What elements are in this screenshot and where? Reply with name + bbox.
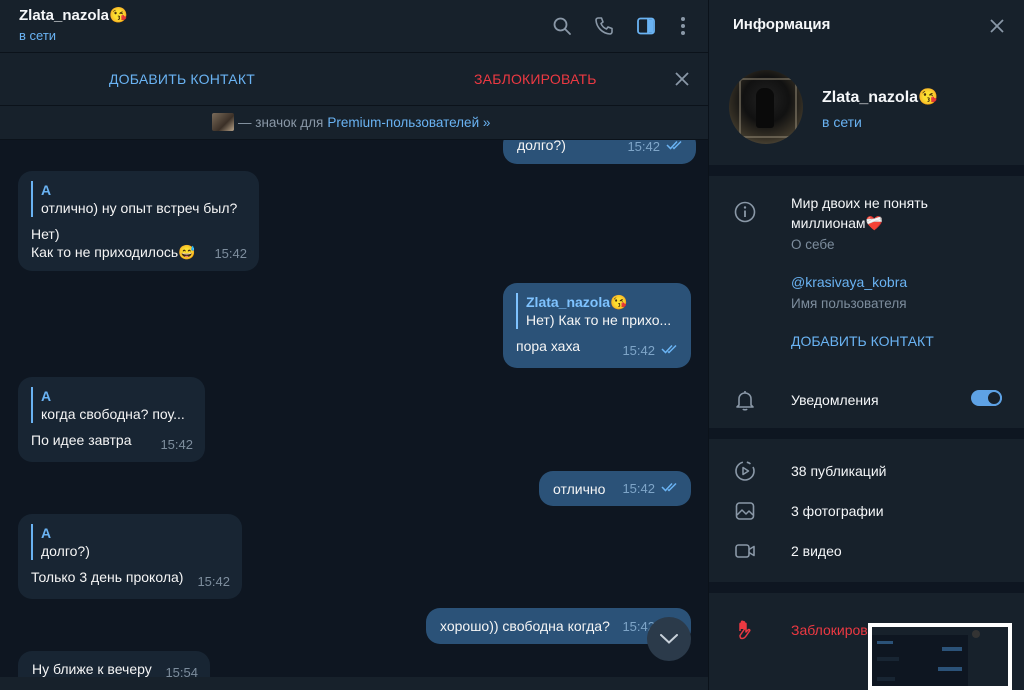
reply-text: долго?)	[41, 543, 90, 559]
premium-text: — значок для	[238, 114, 324, 130]
message-text: долго?)	[517, 140, 566, 153]
chat-status: в сети	[19, 28, 57, 43]
reply-quote[interactable]: А долго?)	[31, 524, 229, 560]
message-time: 15:42	[627, 140, 660, 154]
avatar[interactable]	[729, 70, 803, 144]
message-bubble-out[interactable]: Zlata_nazola😘 Нет) Как то не прихо... по…	[503, 283, 691, 368]
profile-status: в сети	[822, 114, 862, 130]
block-button[interactable]: ЗАБЛОКИРОВАТЬ	[474, 71, 597, 87]
scroll-down-button[interactable]	[647, 617, 691, 661]
chat-title[interactable]: Zlata_nazola😘	[19, 6, 128, 24]
profile-name: Zlata_nazola😘	[822, 89, 938, 106]
section-divider	[709, 428, 1024, 439]
message-bubble-out[interactable]: отлично 15:42	[539, 471, 691, 506]
message-text: отлично	[553, 481, 606, 497]
phone-icon[interactable]	[591, 13, 617, 39]
hand-stop-icon	[733, 618, 757, 642]
reply-text: когда свободна? поу...	[41, 406, 185, 422]
double-check-icon	[666, 140, 684, 154]
video-icon	[733, 539, 757, 563]
bio-text: Мир двоих не понять	[791, 195, 928, 211]
chat-area: Zlata_nazola😘 в сети ДОБАВИТЬ КОНТАКТ ЗА…	[0, 0, 708, 690]
add-contact-button[interactable]: ДОБАВИТЬ КОНТАКТ	[791, 333, 934, 349]
premium-link[interactable]: Premium-пользователей »	[327, 115, 490, 130]
photo-icon	[733, 499, 757, 523]
message-text: хорошо)) свободна когда?	[440, 618, 610, 634]
reply-quote[interactable]: Zlata_nazola😘 Нет) Как то не прихо...	[516, 293, 678, 329]
reply-author: А	[41, 388, 52, 404]
reply-author: А	[41, 182, 52, 198]
message-time: 15:42	[197, 574, 230, 589]
info-title: Информация	[733, 16, 831, 33]
reply-author: А	[41, 525, 52, 541]
bell-icon	[733, 388, 757, 412]
message-bubble-out[interactable]: долго?) 15:42	[503, 140, 696, 164]
publications-icon	[733, 459, 757, 483]
info-panel: Информация Zlata_nazola😘 в сети Мир двои…	[709, 0, 1024, 690]
message-list[interactable]: долго?) 15:42 А отлично) ну опыт встреч …	[0, 140, 708, 690]
double-check-icon	[661, 478, 679, 496]
message-bubble-in[interactable]: А долго?) Только 3 день прокола) 15:42	[18, 514, 242, 599]
message-time: 15:42	[622, 481, 655, 496]
premium-badge-icon	[212, 113, 234, 131]
message-time: 15:42	[160, 437, 193, 452]
message-text: Ну ближе к вечеру	[32, 661, 152, 677]
chat-header: Zlata_nazola😘 в сети	[0, 0, 708, 53]
section-divider	[709, 582, 1024, 593]
videos-item[interactable]: 2 видео	[791, 543, 842, 559]
reply-quote[interactable]: А отлично) ну опыт встреч был?	[31, 181, 246, 217]
chevron-down-icon	[660, 631, 678, 647]
bio-label: О себе	[791, 237, 835, 252]
username-link[interactable]: @krasivaya_kobra	[791, 274, 907, 290]
publications-item[interactable]: 38 публикаций	[791, 463, 886, 479]
message-text: Нет)	[31, 226, 60, 242]
close-icon[interactable]	[669, 66, 695, 92]
section-divider	[709, 165, 1024, 176]
message-bubble-in[interactable]: А когда свободна? поу... По идее завтра …	[18, 377, 205, 462]
photos-item[interactable]: 3 фотографии	[791, 503, 884, 519]
premium-badge-bar: — значок для Premium-пользователей »	[0, 106, 708, 140]
screenshot-thumbnail[interactable]	[868, 623, 1012, 690]
username-label: Имя пользователя	[791, 296, 907, 311]
message-bubble-in[interactable]: А отлично) ну опыт встреч был? Нет) Как …	[18, 171, 259, 271]
contact-actions-bar: ДОБАВИТЬ КОНТАКТ ЗАБЛОКИРОВАТЬ	[0, 53, 708, 106]
reply-text: Нет) Как то не прихо...	[526, 312, 672, 328]
message-time: 15:42	[214, 246, 247, 261]
sidebar-toggle-icon[interactable]	[633, 13, 659, 39]
bio-text: миллионам❤️‍🩹	[791, 215, 883, 231]
reply-text: отлично) ну опыт встреч был?	[41, 200, 238, 216]
info-icon	[733, 200, 757, 224]
double-check-icon	[661, 340, 679, 358]
notifications-label: Уведомления	[791, 392, 879, 408]
message-time: 15:42	[622, 343, 655, 358]
search-icon[interactable]	[549, 13, 575, 39]
add-contact-button[interactable]: ДОБАВИТЬ КОНТАКТ	[109, 71, 255, 87]
message-composer[interactable]	[0, 677, 708, 690]
close-icon[interactable]	[985, 14, 1009, 38]
reply-author: Zlata_nazola😘	[526, 294, 628, 310]
notifications-toggle[interactable]	[971, 390, 1002, 406]
more-menu-icon[interactable]	[670, 13, 696, 39]
reply-quote[interactable]: А когда свободна? поу...	[31, 387, 192, 423]
